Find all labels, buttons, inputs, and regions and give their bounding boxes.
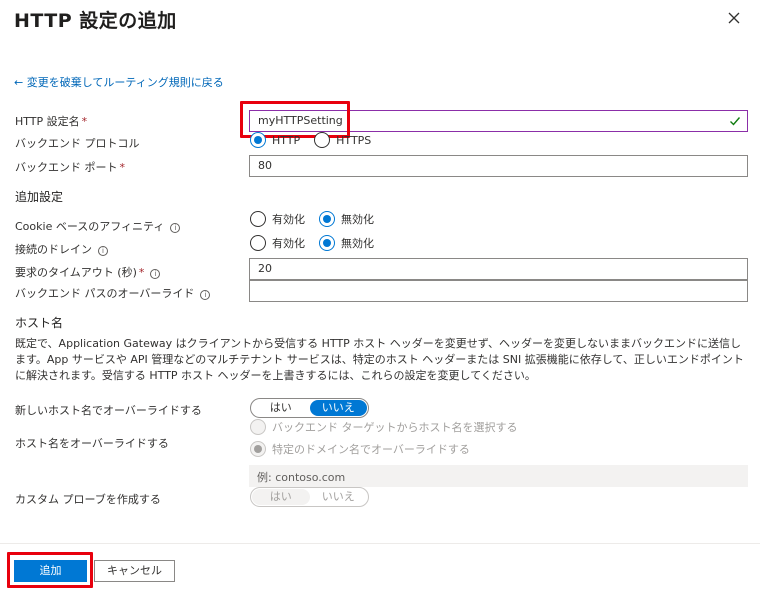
- backend-port-input[interactable]: 80: [249, 155, 748, 177]
- override-host-radio-group-1: バックエンド ターゲットからホスト名を選択する: [250, 419, 532, 435]
- connection-draining-label: 接続のドレイン i: [15, 241, 108, 257]
- additional-settings-heading: 追加設定: [15, 190, 64, 204]
- host-name-description: 既定で、Application Gateway はクライアントから受信する HT…: [15, 337, 744, 382]
- override-host-label: ホスト名をオーバーライドする: [15, 437, 169, 450]
- cookie-affinity-enable-radio[interactable]: [250, 211, 266, 227]
- setting-name-label: HTTP 設定名 *: [15, 115, 88, 128]
- override-specific-domain-radio[interactable]: [250, 441, 266, 457]
- cookie-affinity-label: Cookie ベースのアフィニティ i: [15, 218, 181, 234]
- protocol-http-label: HTTP: [272, 133, 301, 147]
- custom-probe-label: カスタム プローブを作成する: [15, 493, 161, 506]
- pick-host-from-backend-label: バックエンド ターゲットからホスト名を選択する: [272, 421, 518, 434]
- cancel-button[interactable]: キャンセル: [94, 560, 175, 582]
- pick-host-from-backend-radio[interactable]: [250, 419, 266, 435]
- footer-divider: [0, 543, 760, 544]
- protocol-https-label: HTTPS: [336, 133, 372, 147]
- request-timeout-input[interactable]: 20: [249, 258, 748, 280]
- protocol-https-radio[interactable]: [314, 132, 331, 148]
- request-timeout-label: 要求のタイムアウト (秒) * i: [15, 264, 161, 280]
- host-name-placeholder: 例: contoso.com: [257, 471, 346, 484]
- close-icon[interactable]: [726, 10, 742, 26]
- override-new-host-no[interactable]: いいえ: [309, 400, 367, 416]
- connection-draining-disable-label: 無効化: [341, 237, 374, 250]
- override-new-host-yes[interactable]: はい: [252, 400, 310, 416]
- cookie-affinity-disable-radio[interactable]: [319, 211, 335, 227]
- info-icon[interactable]: i: [170, 223, 181, 233]
- override-host-radio-group-2: 特定のドメイン名でオーバーライドする: [250, 441, 484, 457]
- backend-port-label: バックエンド ポート *: [15, 161, 125, 174]
- cookie-affinity-radio-group: 有効化 無効化: [250, 211, 388, 227]
- cookie-affinity-enable-label: 有効化: [272, 213, 305, 226]
- highlight-box-add-button: [7, 552, 93, 588]
- page-title: HTTP 設定の追加: [14, 10, 177, 32]
- info-icon[interactable]: i: [98, 246, 108, 256]
- custom-probe-toggle[interactable]: はい いいえ: [250, 487, 369, 507]
- override-path-label: バックエンド パスのオーバーライド i: [15, 285, 211, 301]
- override-new-host-label: 新しいホスト名でオーバーライドする: [15, 404, 202, 417]
- connection-draining-enable-radio[interactable]: [250, 235, 266, 251]
- connection-draining-disable-radio[interactable]: [319, 235, 335, 251]
- override-specific-domain-label: 特定のドメイン名でオーバーライドする: [272, 443, 470, 456]
- request-timeout-value: 20: [258, 262, 272, 275]
- connection-draining-radio-group: 有効化 無効化: [250, 235, 388, 251]
- custom-probe-no[interactable]: いいえ: [310, 489, 368, 505]
- connection-draining-enable-label: 有効化: [272, 237, 305, 250]
- info-icon[interactable]: i: [200, 290, 211, 300]
- override-path-input[interactable]: [249, 280, 748, 302]
- cookie-affinity-disable-label: 無効化: [341, 213, 374, 226]
- host-name-input[interactable]: 例: contoso.com: [249, 465, 748, 487]
- host-name-heading: ホスト名: [15, 316, 64, 330]
- backend-port-value: 80: [258, 159, 272, 172]
- backend-protocol-radio-group: HTTP HTTPS: [250, 132, 385, 148]
- override-new-host-toggle[interactable]: はい いいえ: [250, 398, 369, 418]
- back-to-routing-rule-link[interactable]: ← 変更を破棄してルーティング規則に戻る: [14, 74, 224, 90]
- protocol-http-radio[interactable]: [250, 132, 266, 148]
- info-icon[interactable]: i: [150, 269, 161, 279]
- checkmark-icon: [729, 115, 741, 130]
- custom-probe-yes[interactable]: はい: [252, 489, 310, 505]
- backend-protocol-label: バックエンド プロトコル: [15, 137, 140, 150]
